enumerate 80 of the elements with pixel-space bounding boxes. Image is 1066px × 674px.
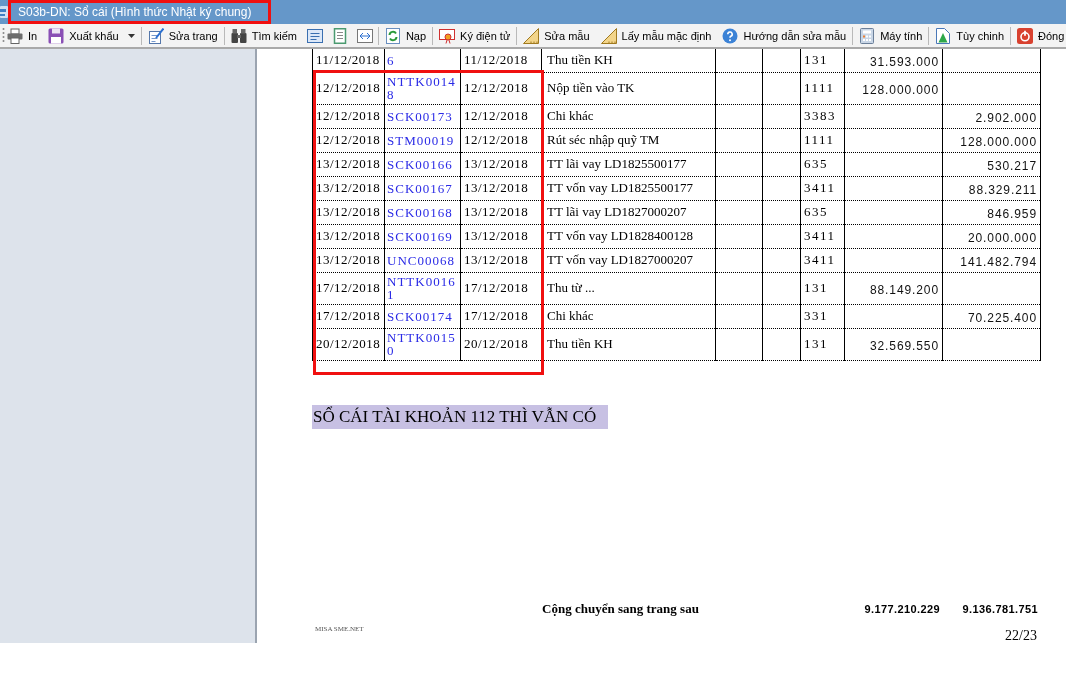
certificate-icon [439,27,456,44]
debit-total: 9.177.210.229 [863,603,941,615]
default-template-button[interactable]: Lấy mẫu mặc định [598,25,714,46]
table-cell: 13/12/2018 [312,224,385,249]
close-button[interactable]: Đóng [1015,25,1066,46]
table-cell: 635 [800,152,845,177]
table-cell: 1111 [800,128,845,153]
app-icon [0,4,8,20]
find-button[interactable]: Tìm kiếm [228,25,299,46]
table-cell: 131 [800,328,845,361]
carry-forward-label: Cộng chuyển sang trang sau [541,601,700,617]
table-cell: 331 [800,304,845,329]
table-cell: 20.000.000 [942,224,1041,249]
table-cell: Thu tiền KH [541,328,716,361]
table-cell: 20/12/2018 [312,328,385,361]
table-cell: 12/12/2018 [312,104,385,129]
table-cell: 635 [800,200,845,225]
note-heading: SỔ CÁI TÀI KHOẢN 112 THÌ VẪN CÓ [312,405,609,429]
print-button[interactable]: In [5,25,40,46]
window-title: S03b-DN: Sổ cái (Hình thức Nhật ký chung) [18,5,252,19]
table-cell: 3411 [800,176,845,201]
table-cell: 3411 [800,224,845,249]
table-cell: Thu tiền KH [541,49,716,73]
table-cell: 1111 [800,72,845,105]
template-help-button[interactable]: Hướng dẫn sửa mẫu [720,25,849,46]
table-cell: 13/12/2018 [312,200,385,225]
table-cell: Chi khác [541,104,716,129]
power-icon [1017,27,1033,44]
table-cell: 17/12/2018 [312,304,385,329]
table-cell: 131 [800,49,845,73]
table-cell: 530.217 [942,152,1041,177]
table-cell: 13/12/2018 [312,176,385,201]
fit-width-icon [356,27,373,44]
edit-template-button[interactable]: Sửa mẫu [521,25,592,46]
table-cell: 13/12/2018 [312,152,385,177]
table-cell: Thu từ ... [541,272,716,305]
table-cell: 12/12/2018 [312,128,385,153]
refresh-icon [384,27,401,44]
table-cell: 31.593.000 [844,49,943,73]
table-cell: 17/12/2018 [312,272,385,305]
digital-sign-button[interactable]: Ký điện tử [437,25,513,46]
grip-icon [2,26,5,45]
table-cell: 3411 [800,248,845,273]
table-cell: 11/12/2018 [312,49,385,73]
calculator-button[interactable]: Máy tính [857,25,925,46]
customize-button[interactable]: Tùy chinh [933,25,1006,46]
table-cell: 128.000.000 [942,128,1041,153]
table-cell: Rút séc nhập quỹ TM [541,128,716,153]
table-cell: TT vốn vay LD1828400128 [541,224,716,249]
credit-total: 9.136.781.751 [961,603,1039,615]
table-cell: 32.569.550 [844,328,943,361]
table-cell: 88.149.200 [844,272,943,305]
table-cell: 12/12/2018 [312,72,385,105]
printer-icon [7,27,23,44]
table-cell: 13/12/2018 [312,248,385,273]
table-cell: 141.482.794 [942,248,1041,273]
table-cell: Nộp tiền vào TK [541,72,716,105]
table-cell: 3383 [800,104,845,129]
page-number: 22/23 [1005,628,1038,643]
table-cell: TT vốn vay LD1825500177 [541,176,716,201]
edit-page-button[interactable]: Sửa trang [145,25,220,46]
table-cell: 2.902.000 [942,104,1041,129]
table-cell: TT lãi vay LD1825500177 [541,152,716,177]
table-cell: 846.959 [942,200,1041,225]
table-cell: 128.000.000 [844,72,943,105]
help-icon [722,27,739,44]
table-cell: Chi khác [541,304,716,329]
document-icon [331,27,348,44]
table-cell: 70.225.400 [942,304,1041,329]
table-cell: 88.329.211 [942,176,1041,201]
table-cell: TT vốn vay LD1827000207 [541,248,716,273]
reload-button[interactable]: Nạp [382,25,429,46]
calculator-icon [859,27,876,44]
page-tree-icon [935,27,952,44]
text-page-icon [306,27,323,44]
table-cell: 131 [800,272,845,305]
table-cell: TT lãi vay LD1827000207 [541,200,716,225]
binoculars-icon [230,27,247,44]
page-edit-icon [147,27,164,44]
export-button[interactable]: Xuất khẩu [46,25,137,46]
